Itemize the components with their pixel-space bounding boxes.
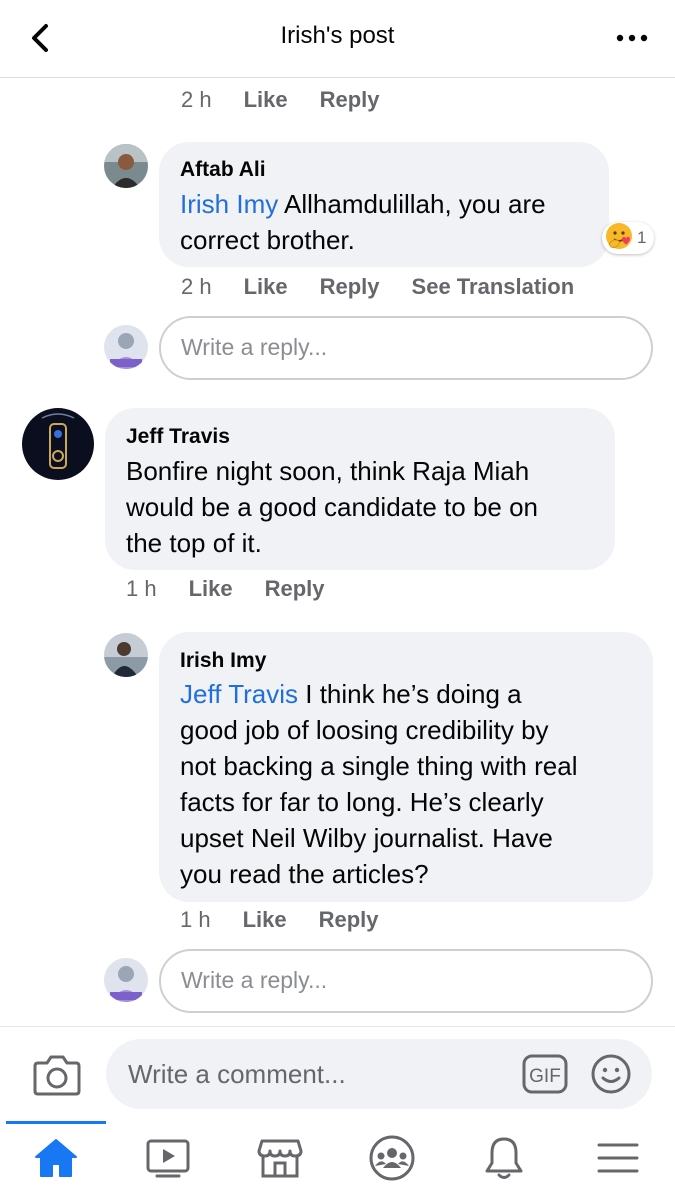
like-link[interactable]: Like	[189, 576, 233, 602]
reply-placeholder: Write a reply...	[181, 334, 328, 360]
emoji-icon[interactable]	[590, 1053, 632, 1095]
camera-icon[interactable]	[32, 1051, 82, 1097]
comment-text-line: correct brother.	[180, 225, 355, 255]
reaction-count: 1	[637, 228, 647, 247]
reply-link[interactable]: Reply	[320, 87, 380, 113]
reply-placeholder: Write a reply...	[181, 967, 328, 993]
see-translation-link[interactable]: See Translation	[412, 274, 575, 300]
page-title: Irish's post	[280, 22, 395, 49]
avatar[interactable]	[22, 408, 94, 480]
mention-link[interactable]: Jeff Travis	[180, 679, 298, 709]
top-bar: Irish's post	[0, 0, 675, 78]
more-options-icon[interactable]	[615, 26, 649, 50]
bottom-tab-bar	[0, 1121, 675, 1200]
like-link[interactable]: Like	[244, 274, 288, 300]
reply-input[interactable]: Write a reply...	[159, 316, 653, 380]
comment-text-line: good job of loosing credibility by	[180, 715, 549, 745]
menu-icon	[596, 1140, 640, 1181]
gif-label: GIF	[529, 1066, 561, 1087]
comment-bubble[interactable]: Irish Imy Jeff Travis I think he’s doing…	[159, 632, 653, 902]
comment-text-line: not backing a single thing with real	[180, 751, 578, 781]
tab-groups[interactable]	[342, 1121, 442, 1200]
comment-meta: 2 h Like Reply See Translation	[181, 274, 574, 300]
comment-time: 1 h	[126, 576, 157, 601]
bell-icon	[483, 1135, 525, 1186]
comment-text-line: Bonfire night soon, think Raja Miah	[126, 456, 530, 486]
comment-time: 2 h	[181, 87, 212, 112]
reply-link[interactable]: Reply	[265, 576, 325, 602]
tab-watch[interactable]	[118, 1121, 218, 1200]
video-icon	[145, 1137, 191, 1184]
comment-text-line: facts for far to long. He’s clearly	[180, 787, 544, 817]
comment-text-line: you read the articles?	[180, 859, 429, 889]
comment-text-line: the top of it.	[126, 528, 262, 558]
tab-menu[interactable]	[568, 1121, 668, 1200]
tab-home[interactable]	[6, 1121, 106, 1200]
avatar[interactable]	[104, 144, 148, 188]
comment-text-line: would be a good candidate to be on	[126, 492, 539, 522]
home-icon	[33, 1137, 79, 1184]
mention-link[interactable]: Irish Imy	[180, 189, 278, 219]
comment-input[interactable]: Write a comment... GIF	[106, 1039, 652, 1109]
comment-meta: 1 h Like Reply	[126, 576, 325, 602]
care-reaction-icon	[605, 222, 633, 255]
comment-composer: Write a comment... GIF	[0, 1026, 675, 1121]
comment-placeholder: Write a comment...	[128, 1059, 346, 1089]
tab-notifications[interactable]	[454, 1121, 554, 1200]
store-icon	[257, 1137, 303, 1184]
gif-icon[interactable]: GIF	[522, 1054, 568, 1094]
comment-bubble[interactable]: Jeff Travis Bonfire night soon, think Ra…	[105, 408, 615, 570]
like-link[interactable]: Like	[244, 87, 288, 113]
comment-bubble[interactable]: Aftab Ali Irish Imy Allhamdulillah, you …	[159, 142, 609, 267]
groups-icon	[368, 1134, 416, 1187]
avatar	[104, 325, 148, 369]
comment-text-line: upset Neil Wilby journalist. Have	[180, 823, 553, 853]
comment-author[interactable]: Irish Imy	[180, 649, 266, 673]
comment-author[interactable]: Aftab Ali	[180, 158, 266, 182]
comment-author[interactable]: Jeff Travis	[126, 425, 230, 449]
tab-marketplace[interactable]	[230, 1121, 330, 1200]
comment-text-line: Jeff Travis I think he’s doing a	[180, 679, 522, 709]
comment-time: 1 h	[180, 907, 211, 932]
comment-time: 2 h	[181, 274, 212, 299]
comment-meta: 1 h Like Reply	[180, 907, 379, 933]
avatar[interactable]	[104, 633, 148, 677]
comment-meta: 2 h Like Reply	[181, 87, 380, 113]
comment-text: Irish Imy Allhamdulillah, you are	[180, 189, 546, 219]
reaction-badge[interactable]: 1	[602, 222, 655, 255]
avatar	[104, 958, 148, 1002]
reply-input[interactable]: Write a reply...	[159, 949, 653, 1013]
reply-link[interactable]: Reply	[319, 907, 379, 933]
like-link[interactable]: Like	[243, 907, 287, 933]
reply-link[interactable]: Reply	[320, 274, 380, 300]
